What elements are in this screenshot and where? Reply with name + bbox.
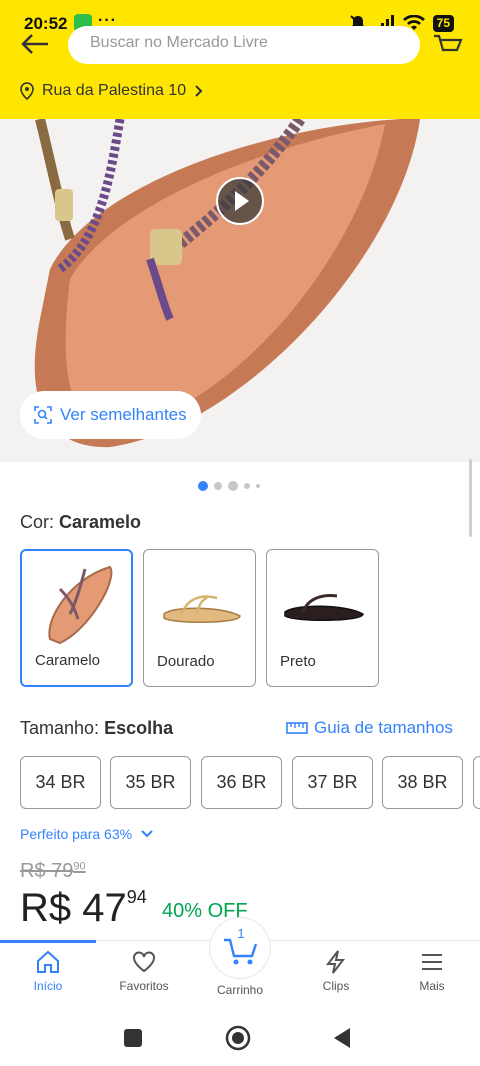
similar-items-label: Ver semelhantes: [60, 405, 187, 424]
color-option-preto[interactable]: Preto: [266, 549, 379, 687]
heart-icon: [133, 951, 155, 973]
dourado-sandal-thumbnail: [163, 595, 241, 623]
home-circle-icon[interactable]: [225, 1025, 251, 1051]
location-pin-icon: [20, 82, 34, 100]
address-text: Rua da Palestina 10: [42, 82, 187, 99]
nav-label: Favoritos: [119, 979, 169, 993]
nav-item-carrinho[interactable]: 1: [209, 917, 271, 979]
back-arrow-icon[interactable]: [18, 30, 52, 58]
delivery-address[interactable]: Rua da Palestina 10: [20, 80, 204, 102]
size-option[interactable]: 37 BR: [292, 756, 373, 809]
size-label: Tamanho: Escolha: [20, 718, 173, 739]
ruler-icon: [286, 722, 308, 734]
nav-label: Carrinho: [216, 983, 264, 997]
lightning-icon: [325, 950, 346, 974]
similar-items-button[interactable]: Ver semelhantes: [20, 391, 201, 439]
pager-dot: [244, 483, 250, 489]
size-label-prefix: Tamanho:: [20, 718, 105, 738]
size-option[interactable]: 36 BR: [201, 756, 282, 809]
scrollbar[interactable]: [469, 459, 472, 537]
current-price-value: R$ 47: [20, 886, 127, 930]
pager-dot: [198, 481, 208, 491]
variant-label: Preto: [280, 653, 316, 670]
play-icon: [235, 191, 249, 211]
bottom-navigation: Início Favoritos 1 Carrinho Clips Mais: [0, 917, 480, 1005]
image-pager: [198, 481, 260, 491]
color-label-prefix: Cor:: [20, 512, 60, 532]
size-option[interactable]: 34 BR: [20, 756, 101, 809]
system-navigation-bar: [0, 1004, 480, 1066]
battery-indicator: 75: [432, 14, 454, 32]
nav-item-inicio[interactable]: Início: [0, 949, 96, 1005]
nav-item-clips[interactable]: Clips: [288, 949, 384, 1005]
size-value: Escolha: [104, 718, 174, 738]
size-guide-link[interactable]: Guia de tamanhos: [286, 718, 453, 738]
pager-dot: [214, 482, 222, 490]
size-guide-label: Guia de tamanhos: [314, 718, 453, 737]
back-triangle-icon[interactable]: [332, 1027, 352, 1049]
variant-label: Caramelo: [35, 652, 101, 669]
product-image-gallery[interactable]: Ver semelhantes: [0, 119, 480, 462]
color-label: Cor: Caramelo: [20, 512, 141, 533]
fit-text: Perfeito para 63%: [20, 826, 133, 842]
color-value: Caramelo: [59, 512, 142, 532]
nav-label: Mais: [419, 979, 445, 993]
play-video-button[interactable]: [216, 177, 264, 225]
caramelo-sandal-thumbnail: [48, 565, 113, 645]
cart-icon: [224, 938, 258, 965]
pager-dot: [256, 484, 260, 488]
variant-label: Dourado: [157, 653, 215, 670]
cart-icon[interactable]: [432, 30, 464, 58]
chevron-down-icon: [141, 830, 153, 838]
original-price: R$ 7990: [20, 860, 86, 883]
recents-icon[interactable]: [123, 1028, 143, 1048]
nav-item-favoritos[interactable]: Favoritos: [96, 949, 192, 1005]
nav-label: Início: [33, 979, 63, 993]
size-option[interactable]: 35 BR: [110, 756, 191, 809]
menu-icon: [422, 954, 442, 970]
search-input[interactable]: Buscar no Mercado Livre: [68, 26, 420, 64]
nav-item-mais[interactable]: Mais: [384, 949, 480, 1005]
color-option-caramelo[interactable]: Caramelo: [20, 549, 133, 687]
size-option[interactable]: 38 BR: [382, 756, 463, 809]
preto-sandal-thumbnail: [284, 594, 364, 621]
fit-indicator[interactable]: Perfeito para 63%: [20, 826, 154, 842]
home-icon: [37, 950, 59, 973]
original-price-value: R$ 79: [20, 860, 74, 882]
image-search-icon: [34, 406, 52, 424]
app-header: 20:52 ··· 75 Buscar no Mercado Livre Rua…: [0, 0, 480, 119]
chevron-right-icon: [195, 85, 203, 97]
active-tab-indicator: [0, 940, 96, 943]
nav-label: Clips: [322, 979, 350, 993]
original-price-cents: 90: [73, 860, 86, 873]
pager-dot: [228, 481, 238, 491]
current-price-cents: 94: [126, 887, 147, 907]
current-price: R$ 4794: [20, 886, 147, 931]
color-option-dourado[interactable]: Dourado: [143, 549, 256, 687]
size-option-partial[interactable]: [473, 756, 480, 809]
